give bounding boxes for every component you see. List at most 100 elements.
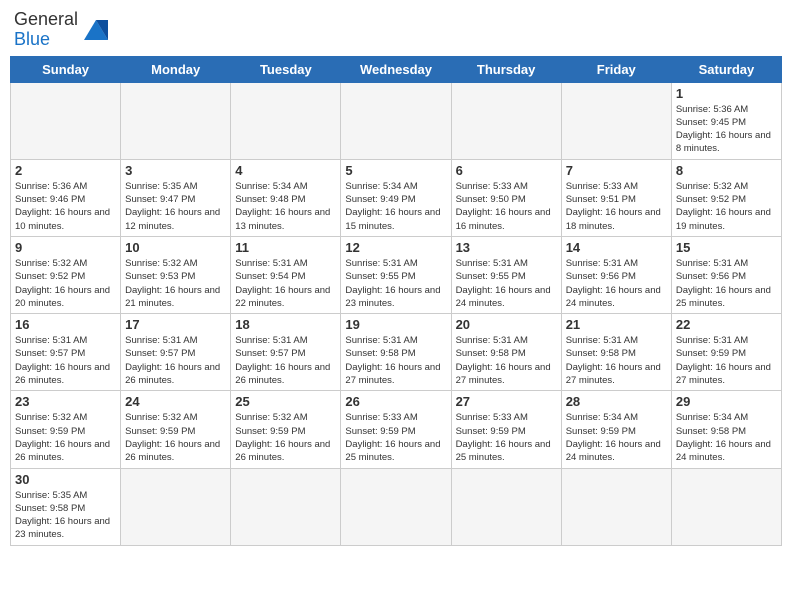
calendar-row-2: 9 Sunrise: 5:32 AM Sunset: 9:52 PM Daylig…	[11, 236, 782, 313]
calendar-cell-24: 19 Sunrise: 5:31 AM Sunset: 9:58 PM Dayli…	[341, 314, 451, 391]
calendar-cell-41	[671, 468, 781, 545]
day-info: Sunrise: 5:31 AM Sunset: 9:57 PM Dayligh…	[125, 334, 226, 387]
day-info: Sunrise: 5:31 AM Sunset: 9:57 PM Dayligh…	[15, 334, 116, 387]
day-number: 15	[676, 240, 777, 255]
calendar-row-3: 16 Sunrise: 5:31 AM Sunset: 9:57 PM Dayli…	[11, 314, 782, 391]
calendar-cell-8: 3 Sunrise: 5:35 AM Sunset: 9:47 PM Daylig…	[121, 159, 231, 236]
day-number: 13	[456, 240, 557, 255]
calendar-cell-14: 9 Sunrise: 5:32 AM Sunset: 9:52 PM Daylig…	[11, 236, 121, 313]
calendar-cell-16: 11 Sunrise: 5:31 AM Sunset: 9:54 PM Dayli…	[231, 236, 341, 313]
day-number: 10	[125, 240, 226, 255]
day-info: Sunrise: 5:31 AM Sunset: 9:56 PM Dayligh…	[566, 257, 667, 310]
day-info: Sunrise: 5:32 AM Sunset: 9:52 PM Dayligh…	[676, 180, 777, 233]
day-info: Sunrise: 5:31 AM Sunset: 9:58 PM Dayligh…	[566, 334, 667, 387]
day-number: 16	[15, 317, 116, 332]
weekday-header-tuesday: Tuesday	[231, 56, 341, 82]
day-number: 3	[125, 163, 226, 178]
day-info: Sunrise: 5:31 AM Sunset: 9:54 PM Dayligh…	[235, 257, 336, 310]
calendar-cell-29: 24Sunrise: 5:32 AM Sunset: 9:59 PM Dayli…	[121, 391, 231, 468]
day-number: 21	[566, 317, 667, 332]
calendar-cell-35: 30 Sunrise: 5:35 AM Sunset: 9:58 PM Dayli…	[11, 468, 121, 545]
calendar-cell-5	[561, 82, 671, 159]
calendar-cell-2	[231, 82, 341, 159]
day-info: Sunrise: 5:31 AM Sunset: 9:59 PM Dayligh…	[676, 334, 777, 387]
day-info: Sunrise: 5:34 AM Sunset: 9:49 PM Dayligh…	[345, 180, 446, 233]
calendar-table: SundayMondayTuesdayWednesdayThursdayFrid…	[10, 56, 782, 546]
header-area: General Blue	[10, 10, 782, 50]
day-info: Sunrise: 5:35 AM Sunset: 9:47 PM Dayligh…	[125, 180, 226, 233]
logo: General Blue	[14, 10, 112, 50]
calendar-cell-6: 1Sunrise: 5:36 AM Sunset: 9:45 PM Daylig…	[671, 82, 781, 159]
day-number: 4	[235, 163, 336, 178]
day-number: 14	[566, 240, 667, 255]
calendar-cell-21: 16 Sunrise: 5:31 AM Sunset: 9:57 PM Dayli…	[11, 314, 121, 391]
day-info: Sunrise: 5:31 AM Sunset: 9:58 PM Dayligh…	[456, 334, 557, 387]
day-number: 22	[676, 317, 777, 332]
day-number: 30	[15, 472, 116, 487]
calendar-cell-10: 5 Sunrise: 5:34 AM Sunset: 9:49 PM Daylig…	[341, 159, 451, 236]
calendar-cell-11: 6 Sunrise: 5:33 AM Sunset: 9:50 PM Daylig…	[451, 159, 561, 236]
calendar-cell-30: 25Sunrise: 5:32 AM Sunset: 9:59 PM Dayli…	[231, 391, 341, 468]
day-info: Sunrise: 5:33 AM Sunset: 9:59 PM Dayligh…	[456, 411, 557, 464]
day-number: 2	[15, 163, 116, 178]
day-info: Sunrise: 5:34 AM Sunset: 9:48 PM Dayligh…	[235, 180, 336, 233]
weekday-header-thursday: Thursday	[451, 56, 561, 82]
calendar-row-5: 30 Sunrise: 5:35 AM Sunset: 9:58 PM Dayli…	[11, 468, 782, 545]
day-info: Sunrise: 5:32 AM Sunset: 9:53 PM Dayligh…	[125, 257, 226, 310]
calendar-cell-17: 12Sunrise: 5:31 AM Sunset: 9:55 PM Dayli…	[341, 236, 451, 313]
weekday-header-wednesday: Wednesday	[341, 56, 451, 82]
day-number: 27	[456, 394, 557, 409]
day-number: 11	[235, 240, 336, 255]
day-info: Sunrise: 5:31 AM Sunset: 9:58 PM Dayligh…	[345, 334, 446, 387]
day-info: Sunrise: 5:32 AM Sunset: 9:59 PM Dayligh…	[235, 411, 336, 464]
day-number: 8	[676, 163, 777, 178]
calendar-cell-18: 13 Sunrise: 5:31 AM Sunset: 9:55 PM Dayli…	[451, 236, 561, 313]
calendar-row-1: 2 Sunrise: 5:36 AM Sunset: 9:46 PM Daylig…	[11, 159, 782, 236]
calendar-cell-40	[561, 468, 671, 545]
logo-general: General	[14, 9, 78, 29]
weekday-header-friday: Friday	[561, 56, 671, 82]
day-number: 9	[15, 240, 116, 255]
day-info: Sunrise: 5:36 AM Sunset: 9:46 PM Dayligh…	[15, 180, 116, 233]
calendar-cell-27: 22 Sunrise: 5:31 AM Sunset: 9:59 PM Dayli…	[671, 314, 781, 391]
calendar-cell-0	[11, 82, 121, 159]
day-info: Sunrise: 5:34 AM Sunset: 9:58 PM Dayligh…	[676, 411, 777, 464]
day-info: Sunrise: 5:32 AM Sunset: 9:52 PM Dayligh…	[15, 257, 116, 310]
day-number: 23	[15, 394, 116, 409]
calendar-row-4: 23 Sunrise: 5:32 AM Sunset: 9:59 PM Dayli…	[11, 391, 782, 468]
calendar-cell-34: 29 Sunrise: 5:34 AM Sunset: 9:58 PM Dayli…	[671, 391, 781, 468]
day-number: 1	[676, 86, 777, 101]
weekday-header-monday: Monday	[121, 56, 231, 82]
calendar-cell-9: 4 Sunrise: 5:34 AM Sunset: 9:48 PM Daylig…	[231, 159, 341, 236]
day-info: Sunrise: 5:32 AM Sunset: 9:59 PM Dayligh…	[15, 411, 116, 464]
calendar-cell-1	[121, 82, 231, 159]
calendar-cell-7: 2 Sunrise: 5:36 AM Sunset: 9:46 PM Daylig…	[11, 159, 121, 236]
calendar-cell-20: 15 Sunrise: 5:31 AM Sunset: 9:56 PM Dayli…	[671, 236, 781, 313]
day-number: 28	[566, 394, 667, 409]
calendar-cell-38	[341, 468, 451, 545]
calendar-cell-36	[121, 468, 231, 545]
day-number: 19	[345, 317, 446, 332]
calendar-cell-25: 20Sunrise: 5:31 AM Sunset: 9:58 PM Dayli…	[451, 314, 561, 391]
day-number: 17	[125, 317, 226, 332]
day-number: 29	[676, 394, 777, 409]
day-number: 6	[456, 163, 557, 178]
day-number: 12	[345, 240, 446, 255]
weekday-header-row: SundayMondayTuesdayWednesdayThursdayFrid…	[11, 56, 782, 82]
calendar-cell-28: 23 Sunrise: 5:32 AM Sunset: 9:59 PM Dayli…	[11, 391, 121, 468]
calendar-cell-32: 27 Sunrise: 5:33 AM Sunset: 9:59 PM Dayli…	[451, 391, 561, 468]
calendar-cell-3	[341, 82, 451, 159]
day-info: Sunrise: 5:31 AM Sunset: 9:56 PM Dayligh…	[676, 257, 777, 310]
day-number: 7	[566, 163, 667, 178]
calendar-cell-37	[231, 468, 341, 545]
day-number: 5	[345, 163, 446, 178]
day-info: Sunrise: 5:33 AM Sunset: 9:50 PM Dayligh…	[456, 180, 557, 233]
day-info: Sunrise: 5:33 AM Sunset: 9:59 PM Dayligh…	[345, 411, 446, 464]
calendar-cell-13: 8 Sunrise: 5:32 AM Sunset: 9:52 PM Daylig…	[671, 159, 781, 236]
day-info: Sunrise: 5:32 AM Sunset: 9:59 PM Dayligh…	[125, 411, 226, 464]
day-number: 26	[345, 394, 446, 409]
day-info: Sunrise: 5:35 AM Sunset: 9:58 PM Dayligh…	[15, 489, 116, 542]
logo-icon	[80, 16, 112, 44]
day-info: Sunrise: 5:31 AM Sunset: 9:55 PM Dayligh…	[456, 257, 557, 310]
calendar-cell-19: 14 Sunrise: 5:31 AM Sunset: 9:56 PM Dayli…	[561, 236, 671, 313]
